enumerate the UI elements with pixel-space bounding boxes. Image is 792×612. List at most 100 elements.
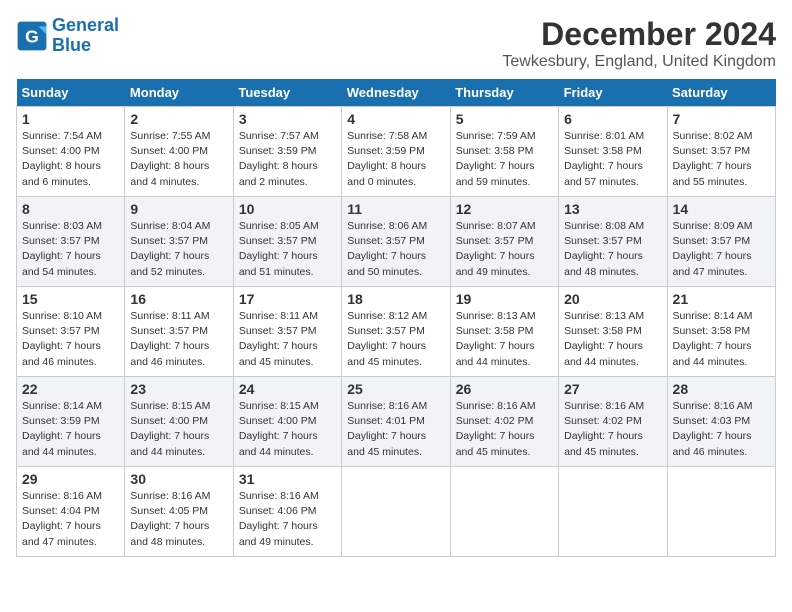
day-info: Sunrise: 8:16 AM Sunset: 4:02 PM Dayligh… <box>564 399 661 460</box>
day-info: Sunrise: 8:13 AM Sunset: 3:58 PM Dayligh… <box>564 309 661 370</box>
calendar-week-row: 29Sunrise: 8:16 AM Sunset: 4:04 PM Dayli… <box>17 467 776 557</box>
day-info: Sunrise: 8:16 AM Sunset: 4:03 PM Dayligh… <box>673 399 770 460</box>
calendar-cell: 21 Sunrise: 8:14 AM Sunset: 3:58 PM Dayli… <box>667 287 775 377</box>
day-info: Sunrise: 8:07 AM Sunset: 3:57 PM Dayligh… <box>456 219 553 280</box>
day-number: 25 <box>347 381 444 397</box>
day-info: Sunrise: 7:58 AM Sunset: 3:59 PM Dayligh… <box>347 129 444 190</box>
calendar-cell: 23Sunrise: 8:15 AM Sunset: 4:00 PM Dayli… <box>125 377 233 467</box>
day-number: 28 <box>673 381 770 397</box>
calendar-cell: 1 Sunrise: 7:54 AM Sunset: 4:00 PM Daylig… <box>17 107 125 197</box>
day-number: 7 <box>673 111 770 127</box>
day-number: 30 <box>130 471 227 487</box>
day-number: 6 <box>564 111 661 127</box>
calendar-table: SundayMondayTuesdayWednesdayThursdayFrid… <box>16 79 776 557</box>
calendar-cell: 30Sunrise: 8:16 AM Sunset: 4:05 PM Dayli… <box>125 467 233 557</box>
calendar-cell: 16 Sunrise: 8:11 AM Sunset: 3:57 PM Dayli… <box>125 287 233 377</box>
day-info: Sunrise: 8:13 AM Sunset: 3:58 PM Dayligh… <box>456 309 553 370</box>
day-info: Sunrise: 8:16 AM Sunset: 4:01 PM Dayligh… <box>347 399 444 460</box>
calendar-week-row: 1 Sunrise: 7:54 AM Sunset: 4:00 PM Daylig… <box>17 107 776 197</box>
day-number: 2 <box>130 111 227 127</box>
calendar-cell: 8Sunrise: 8:03 AM Sunset: 3:57 PM Daylig… <box>17 197 125 287</box>
day-number: 27 <box>564 381 661 397</box>
header-saturday: Saturday <box>667 79 775 107</box>
day-info: Sunrise: 8:14 AM Sunset: 3:58 PM Dayligh… <box>673 309 770 370</box>
calendar-cell: 19 Sunrise: 8:13 AM Sunset: 3:58 PM Dayli… <box>450 287 558 377</box>
calendar-cell: 24 Sunrise: 8:15 AM Sunset: 4:00 PM Dayli… <box>233 377 341 467</box>
calendar-week-row: 15 Sunrise: 8:10 AM Sunset: 3:57 PM Dayli… <box>17 287 776 377</box>
logo-icon: G <box>16 20 48 52</box>
calendar-cell <box>667 467 775 557</box>
day-number: 20 <box>564 291 661 307</box>
day-number: 16 <box>130 291 227 307</box>
day-number: 17 <box>239 291 336 307</box>
day-number: 4 <box>347 111 444 127</box>
header-friday: Friday <box>559 79 667 107</box>
calendar-cell: 4 Sunrise: 7:58 AM Sunset: 3:59 PM Daylig… <box>342 107 450 197</box>
calendar-cell: 17 Sunrise: 8:11 AM Sunset: 3:57 PM Dayli… <box>233 287 341 377</box>
day-number: 13 <box>564 201 661 217</box>
day-number: 3 <box>239 111 336 127</box>
calendar-cell: 29Sunrise: 8:16 AM Sunset: 4:04 PM Dayli… <box>17 467 125 557</box>
calendar-cell: 25 Sunrise: 8:16 AM Sunset: 4:01 PM Dayli… <box>342 377 450 467</box>
calendar-cell: 13Sunrise: 8:08 AM Sunset: 3:57 PM Dayli… <box>559 197 667 287</box>
day-number: 1 <box>22 111 119 127</box>
day-info: Sunrise: 8:16 AM Sunset: 4:06 PM Dayligh… <box>239 489 336 550</box>
day-info: Sunrise: 8:09 AM Sunset: 3:57 PM Dayligh… <box>673 219 770 280</box>
day-number: 19 <box>456 291 553 307</box>
day-info: Sunrise: 7:55 AM Sunset: 4:00 PM Dayligh… <box>130 129 227 190</box>
calendar-cell: 14 Sunrise: 8:09 AM Sunset: 3:57 PM Dayli… <box>667 197 775 287</box>
logo-text: GeneralBlue <box>52 16 119 56</box>
day-info: Sunrise: 8:15 AM Sunset: 4:00 PM Dayligh… <box>239 399 336 460</box>
day-info: Sunrise: 8:11 AM Sunset: 3:57 PM Dayligh… <box>130 309 227 370</box>
calendar-cell: 27 Sunrise: 8:16 AM Sunset: 4:02 PM Dayli… <box>559 377 667 467</box>
svg-text:G: G <box>25 26 39 46</box>
day-info: Sunrise: 8:14 AM Sunset: 3:59 PM Dayligh… <box>22 399 119 460</box>
day-info: Sunrise: 8:02 AM Sunset: 3:57 PM Dayligh… <box>673 129 770 190</box>
calendar-cell: 31 Sunrise: 8:16 AM Sunset: 4:06 PM Dayli… <box>233 467 341 557</box>
calendar-week-row: 22Sunrise: 8:14 AM Sunset: 3:59 PM Dayli… <box>17 377 776 467</box>
day-info: Sunrise: 8:01 AM Sunset: 3:58 PM Dayligh… <box>564 129 661 190</box>
day-info: Sunrise: 8:11 AM Sunset: 3:57 PM Dayligh… <box>239 309 336 370</box>
day-number: 23 <box>130 381 227 397</box>
calendar-cell: 7 Sunrise: 8:02 AM Sunset: 3:57 PM Daylig… <box>667 107 775 197</box>
day-number: 15 <box>22 291 119 307</box>
day-number: 21 <box>673 291 770 307</box>
calendar-cell: 10Sunrise: 8:05 AM Sunset: 3:57 PM Dayli… <box>233 197 341 287</box>
day-info: Sunrise: 8:12 AM Sunset: 3:57 PM Dayligh… <box>347 309 444 370</box>
logo: G GeneralBlue <box>16 16 119 56</box>
calendar-cell: 22Sunrise: 8:14 AM Sunset: 3:59 PM Dayli… <box>17 377 125 467</box>
calendar-cell: 28 Sunrise: 8:16 AM Sunset: 4:03 PM Dayli… <box>667 377 775 467</box>
header-sunday: Sunday <box>17 79 125 107</box>
calendar-cell: 5 Sunrise: 7:59 AM Sunset: 3:58 PM Daylig… <box>450 107 558 197</box>
page-subtitle: Tewkesbury, England, United Kingdom <box>502 53 776 71</box>
header-tuesday: Tuesday <box>233 79 341 107</box>
calendar-cell <box>450 467 558 557</box>
calendar-header-row: SundayMondayTuesdayWednesdayThursdayFrid… <box>17 79 776 107</box>
day-number: 31 <box>239 471 336 487</box>
day-number: 10 <box>239 201 336 217</box>
day-number: 14 <box>673 201 770 217</box>
day-info: Sunrise: 8:16 AM Sunset: 4:04 PM Dayligh… <box>22 489 119 550</box>
day-number: 24 <box>239 381 336 397</box>
day-info: Sunrise: 7:59 AM Sunset: 3:58 PM Dayligh… <box>456 129 553 190</box>
day-number: 5 <box>456 111 553 127</box>
calendar-cell: 26Sunrise: 8:16 AM Sunset: 4:02 PM Dayli… <box>450 377 558 467</box>
calendar-cell <box>342 467 450 557</box>
calendar-cell: 9Sunrise: 8:04 AM Sunset: 3:57 PM Daylig… <box>125 197 233 287</box>
day-info: Sunrise: 8:10 AM Sunset: 3:57 PM Dayligh… <box>22 309 119 370</box>
page-title: December 2024 <box>502 16 776 53</box>
calendar-cell <box>559 467 667 557</box>
calendar-cell: 15 Sunrise: 8:10 AM Sunset: 3:57 PM Dayli… <box>17 287 125 377</box>
calendar-cell: 11Sunrise: 8:06 AM Sunset: 3:57 PM Dayli… <box>342 197 450 287</box>
day-info: Sunrise: 7:54 AM Sunset: 4:00 PM Dayligh… <box>22 129 119 190</box>
page-header: G GeneralBlue December 2024 Tewkesbury, … <box>16 16 776 71</box>
calendar-cell: 20 Sunrise: 8:13 AM Sunset: 3:58 PM Dayli… <box>559 287 667 377</box>
title-block: December 2024 Tewkesbury, England, Unite… <box>502 16 776 71</box>
day-number: 9 <box>130 201 227 217</box>
day-info: Sunrise: 8:06 AM Sunset: 3:57 PM Dayligh… <box>347 219 444 280</box>
calendar-cell: 12 Sunrise: 8:07 AM Sunset: 3:57 PM Dayli… <box>450 197 558 287</box>
calendar-cell: 6 Sunrise: 8:01 AM Sunset: 3:58 PM Daylig… <box>559 107 667 197</box>
day-info: Sunrise: 7:57 AM Sunset: 3:59 PM Dayligh… <box>239 129 336 190</box>
day-number: 12 <box>456 201 553 217</box>
calendar-cell: 2 Sunrise: 7:55 AM Sunset: 4:00 PM Daylig… <box>125 107 233 197</box>
